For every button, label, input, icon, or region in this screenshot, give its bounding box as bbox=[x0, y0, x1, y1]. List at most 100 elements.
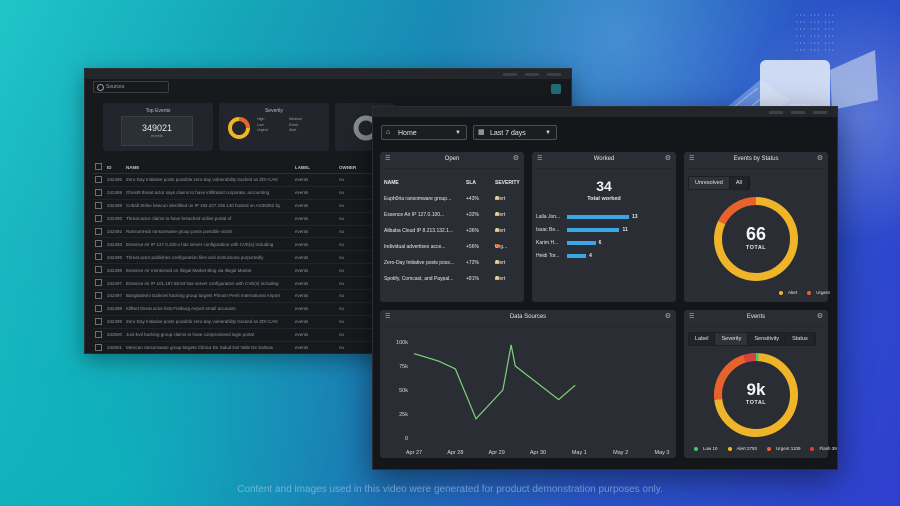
x-tick-label: Apr 30 bbox=[530, 450, 546, 456]
row-checkbox[interactable] bbox=[95, 175, 102, 183]
cell-label: events bbox=[293, 186, 338, 200]
legend-dot bbox=[807, 290, 812, 295]
y-tick-label: 25k bbox=[399, 412, 408, 418]
dashboard-window: ⌂ Home ▼ ▦ Last 7 days ▼ ☰ Open ⚙ NAME S… bbox=[372, 106, 838, 470]
open-row[interactable]: Individual advertises acce... +56% Urg..… bbox=[380, 244, 524, 260]
cell-name: Bangladeshi Darknet hacking group target… bbox=[124, 289, 294, 303]
home-select[interactable]: ⌂ Home ▼ bbox=[381, 125, 467, 140]
window-titlebar bbox=[373, 107, 837, 117]
tab-all[interactable]: All bbox=[729, 177, 749, 189]
gear-icon[interactable]: ⚙ bbox=[665, 155, 671, 163]
cell-id: 342495 bbox=[105, 250, 125, 265]
worked-total-label: Total worked bbox=[587, 196, 621, 202]
data-sources-panel: ☰ Data Sources ⚙ 100k 75k 50k 25k 0 Apr 27 Apr… bbox=[380, 310, 676, 458]
open-row-name: Individual advertises acce... bbox=[384, 244, 446, 250]
worked-bar bbox=[567, 241, 596, 245]
row-checkbox[interactable] bbox=[95, 279, 102, 287]
cell-id: 342490 bbox=[105, 212, 125, 226]
row-checkbox[interactable] bbox=[95, 291, 102, 299]
cell-name: Mexican ransomware group targets Clinica… bbox=[124, 341, 294, 355]
ticker-text: ··· ··· ··· ··· ··· ··· ··· ··· ··· ··· ···… bbox=[795, 12, 835, 54]
open-row[interactable]: Zero-Day Initiative posts poss... +72% A… bbox=[380, 260, 524, 276]
open-row-sla: +72% bbox=[466, 260, 479, 266]
cell-id: 342492 bbox=[105, 225, 125, 239]
legend-dot bbox=[779, 290, 783, 295]
open-col-sla: SLA bbox=[466, 180, 476, 186]
open-row-name: Zero-Day Initiative posts poss... bbox=[384, 260, 455, 266]
tab-severity[interactable]: Severity bbox=[715, 333, 749, 345]
home-select-label: Home bbox=[398, 130, 417, 137]
gear-icon[interactable]: ⚙ bbox=[817, 155, 823, 163]
cell-id: 342493 bbox=[105, 237, 125, 252]
cell-id: 342497 bbox=[105, 289, 125, 303]
row-checkbox[interactable] bbox=[95, 240, 102, 248]
y-tick-label: 0 bbox=[405, 436, 408, 442]
cell-id: 342501 bbox=[105, 341, 125, 355]
accent-button[interactable] bbox=[551, 84, 561, 94]
col-id[interactable]: ID bbox=[105, 161, 125, 174]
open-row-name: Spotify, Comcast, and Paypal... bbox=[384, 276, 454, 282]
window-titlebar bbox=[85, 69, 571, 79]
x-tick-label: Apr 29 bbox=[489, 450, 505, 456]
row-checkbox[interactable] bbox=[95, 188, 102, 196]
legend-item: Alert bbox=[289, 128, 297, 132]
events-panel: ☰ Events ⚙ Label Severity Sensitivity St… bbox=[684, 310, 837, 458]
open-title: Open bbox=[444, 156, 460, 162]
row-checkbox[interactable] bbox=[95, 317, 102, 325]
sources-select[interactable]: Sources bbox=[93, 81, 169, 93]
open-row[interactable]: Spotify, Comcast, and Paypal... +81% Ale… bbox=[380, 276, 524, 292]
x-tick-label: May 2 bbox=[613, 450, 628, 456]
row-checkbox[interactable] bbox=[95, 330, 102, 338]
cell-id: 342500 bbox=[105, 328, 125, 342]
cell-id: 342498 bbox=[105, 302, 125, 316]
date-range-select[interactable]: ▦ Last 7 days ▼ bbox=[473, 125, 557, 140]
open-row[interactable]: Essence Air IP 127.0.100... +32% Alert bbox=[380, 212, 524, 228]
gear-icon[interactable]: ⚙ bbox=[513, 155, 519, 163]
gear-icon[interactable]: ⚙ bbox=[665, 313, 671, 321]
legend-item: Alert 2793 bbox=[727, 446, 763, 451]
cell-label: events bbox=[293, 212, 338, 226]
tab-label[interactable]: Label bbox=[689, 333, 716, 345]
row-checkbox[interactable] bbox=[95, 343, 102, 351]
cell-label: events bbox=[293, 237, 338, 252]
legend-item: Urgent bbox=[257, 128, 268, 132]
legend-item: Urgent 1109 bbox=[767, 446, 805, 451]
tab-unresolved[interactable]: Unresolved bbox=[689, 177, 730, 189]
row-checkbox[interactable] bbox=[95, 253, 102, 261]
worked-count: 13 bbox=[632, 214, 638, 220]
cell-label: events bbox=[293, 225, 338, 239]
row-checkbox[interactable] bbox=[95, 266, 102, 274]
row-checkbox[interactable] bbox=[95, 304, 102, 312]
row-checkbox[interactable] bbox=[95, 201, 102, 209]
top-events-card: Top Events 349021 events bbox=[103, 103, 213, 151]
open-row[interactable]: Euph0ria ransomware group... +43% Alert bbox=[380, 196, 524, 212]
cell-name: Cobalt Strike beacon identified on IP 19… bbox=[124, 199, 294, 213]
tab-status[interactable]: Status bbox=[786, 333, 815, 345]
worked-person-name: Issac Be... bbox=[536, 227, 560, 233]
gear-icon[interactable]: ⚙ bbox=[817, 313, 823, 321]
worked-person-name: Laila Jon... bbox=[536, 214, 561, 220]
col-name[interactable]: NAME bbox=[124, 161, 294, 174]
col-label[interactable]: LABEL bbox=[293, 161, 338, 174]
data-sources-series-line[interactable] bbox=[413, 344, 576, 420]
calendar-icon: ▦ bbox=[478, 129, 485, 136]
events-by-status-panel: ☰ Events by Status ⚙ Unresolved All 66 T… bbox=[684, 152, 830, 302]
open-row[interactable]: Alibaba Cloud IP 8.213.132.1... +36% Ale… bbox=[380, 228, 524, 244]
y-tick-label: 75k bbox=[399, 364, 408, 370]
cell-label: events bbox=[293, 315, 338, 329]
row-checkbox[interactable] bbox=[95, 214, 102, 222]
cell-label: events bbox=[293, 328, 338, 342]
events-total: 9k bbox=[746, 380, 766, 399]
events-by-status-title: Events by Status bbox=[733, 156, 779, 162]
top-events-title: Top Events bbox=[145, 108, 171, 114]
worked-count: 6 bbox=[598, 240, 602, 246]
row-checkbox[interactable] bbox=[95, 227, 102, 235]
cell-id: 342499 bbox=[105, 315, 125, 329]
cell-id: 342486 bbox=[105, 173, 125, 187]
open-row-name: Euph0ria ransomware group... bbox=[384, 196, 452, 202]
cell-name: Essence Air IP 127.0.100.x has server co… bbox=[124, 237, 294, 252]
tab-sensitivity[interactable]: Sensitivity bbox=[748, 333, 787, 345]
open-row-name: Essence Air IP 127.0.100... bbox=[384, 212, 445, 218]
select-all-checkbox[interactable] bbox=[95, 163, 102, 170]
legend-item: Alert bbox=[779, 290, 802, 295]
